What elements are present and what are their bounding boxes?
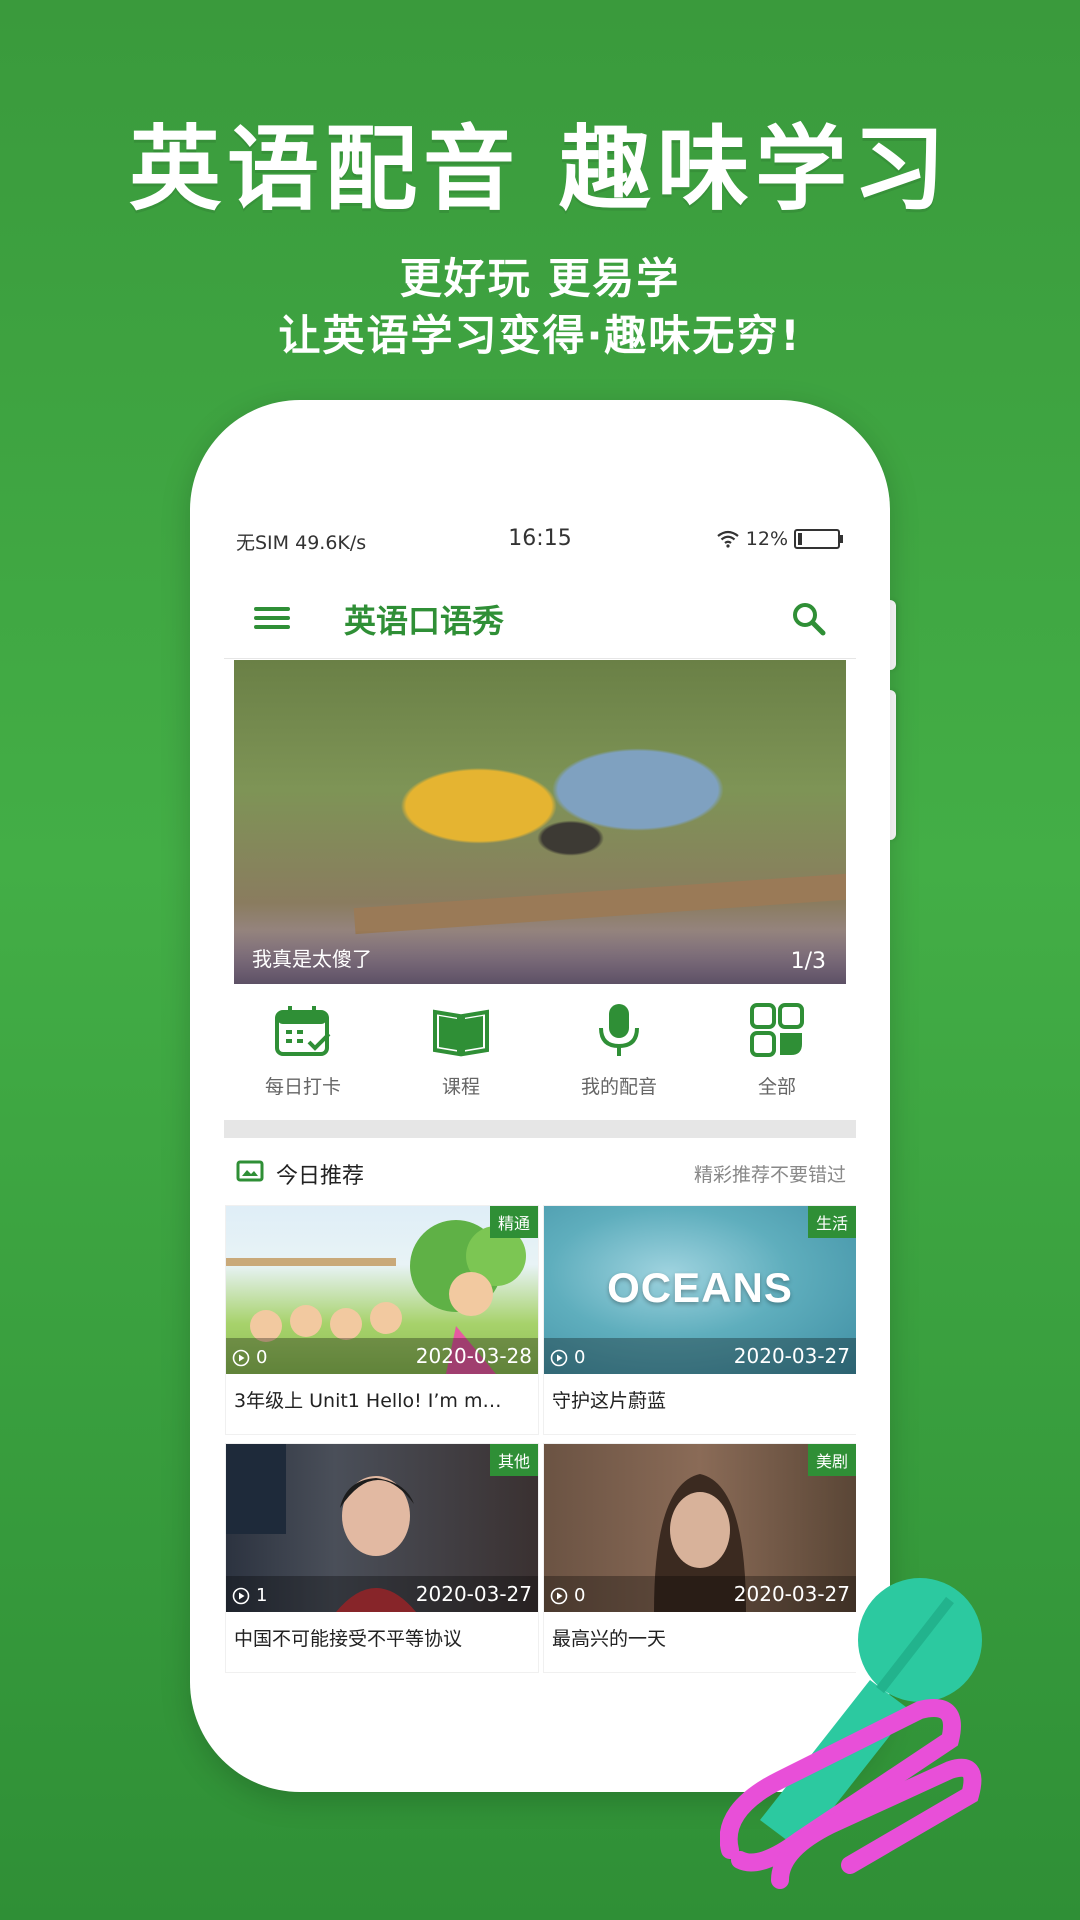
quick-action-all[interactable]: 全部 [707,990,847,1110]
quick-action-courses[interactable]: 课程 [391,990,531,1110]
banner-image-detail [353,871,846,935]
play-circle-icon [232,1349,250,1366]
recommend-title: 今日推荐 [276,1164,365,1189]
quick-action-label: 课程 [441,1076,480,1098]
section-divider [224,1120,856,1138]
play-count-value: 1 [256,1585,268,1606]
phone-screen: 无SIM 49.6K/s 16:15 12% 英语口语秀 我真是太傻了 1/3 … [224,510,856,1710]
grid-icon [750,1003,804,1057]
promo-subline-1: 更好玩 更易学 [399,254,681,303]
play-count-value: 0 [574,1347,586,1368]
quick-action-my-dubbing[interactable]: 我的配音 [549,990,689,1110]
status-bar: 无SIM 49.6K/s 16:15 12% [224,510,856,580]
status-right: 12% [716,528,843,550]
video-title: 3年级上 Unit1 Hello! I’m m… [234,1390,502,1412]
play-count: 1 [232,1585,267,1606]
video-title: 守护这片蔚蓝 [552,1390,667,1412]
category-tag: 美剧 [807,1444,856,1476]
play-circle-icon [232,1587,250,1604]
category-tag: 生活 [807,1206,856,1238]
play-count: 0 [232,1347,267,1368]
recommend-header: 今日推荐 精彩推荐不要错过 [224,1150,856,1196]
recommend-more-link[interactable]: 精彩推荐不要错过 [694,1160,846,1187]
app-bar: 英语口语秀 [224,580,856,659]
quick-action-daily-checkin[interactable]: 每日打卡 [233,990,373,1110]
wifi-icon [717,530,739,548]
video-thumbnail: 精通 0 2020-03-28 [226,1206,538,1374]
play-circle-icon [550,1587,568,1604]
promo-headline: 英语配音 趣味学习 [128,116,952,223]
search-icon[interactable] [788,598,830,640]
banner-caption: 我真是太傻了 [252,947,372,971]
quick-actions: 每日打卡 课程 我的配音 全部 [224,990,856,1110]
banner-page-indicator: 1/3 [790,949,826,974]
publish-date: 2020-03-27 [415,1582,532,1606]
quick-action-label: 每日打卡 [264,1076,341,1098]
quick-action-label: 全部 [757,1076,796,1098]
calendar-check-icon [275,1006,331,1056]
app-title: 英语口语秀 [344,602,505,640]
recommend-icon [236,1160,264,1182]
menu-icon[interactable] [254,602,290,636]
category-tag: 精通 [489,1206,538,1238]
promo-subline-2: 让英语学习变得·趣味无穷! [278,311,802,360]
video-title: 中国不可能接受不平等协议 [234,1628,463,1650]
video-thumbnail: OCEANS 生活 0 2020-03-27 [544,1206,856,1374]
video-card[interactable]: 精通 0 2020-03-28 3年级上 Unit1 Hello! I’m m… [226,1206,538,1434]
play-count: 0 [550,1585,585,1606]
play-count-value: 0 [256,1347,268,1368]
play-circle-icon [550,1349,568,1366]
play-count: 0 [550,1347,585,1368]
publish-date: 2020-03-27 [733,1344,850,1368]
microphone-icon [599,1004,639,1056]
publish-date: 2020-03-28 [415,1344,532,1368]
quick-action-label: 我的配音 [580,1076,657,1098]
thumbnail-title-text: OCEANS [607,1264,793,1311]
microphone-decoration-icon [720,1578,982,1889]
category-tag: 其他 [489,1444,538,1476]
video-card[interactable]: OCEANS 生活 0 2020-03-27 守护这片蔚蓝 [544,1206,856,1434]
battery-percent: 12% [745,528,788,550]
video-card[interactable]: 其他 1 2020-03-27 中国不可能接受不平等协议 [226,1444,538,1672]
book-open-icon [433,1009,489,1057]
battery-icon [794,529,843,549]
video-thumbnail: 其他 1 2020-03-27 [226,1444,538,1612]
play-count-value: 0 [574,1585,586,1606]
banner-carousel[interactable]: 我真是太傻了 1/3 [234,660,846,984]
